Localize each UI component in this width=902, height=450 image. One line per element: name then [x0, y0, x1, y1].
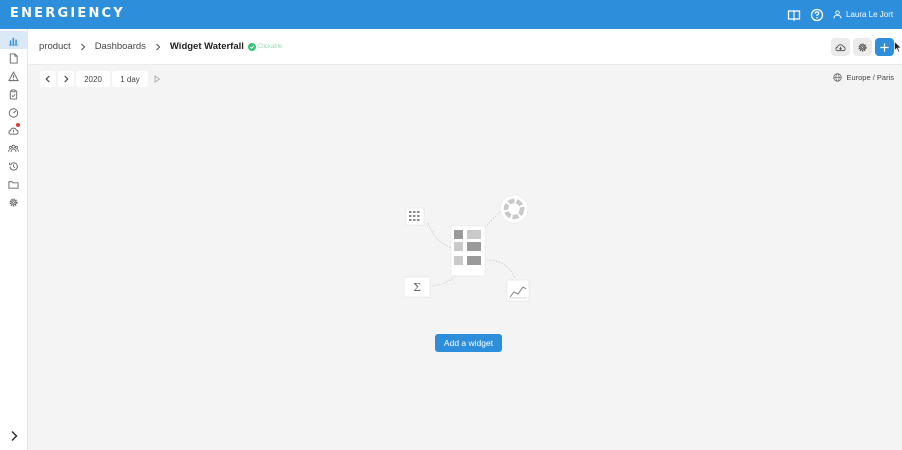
chevron-right-icon	[156, 43, 161, 50]
add-button[interactable]	[875, 38, 894, 56]
sidebar-item-dashboards[interactable]	[0, 31, 27, 49]
add-widget-button[interactable]: Add a widget	[435, 334, 502, 352]
plus-icon	[880, 42, 889, 52]
status-badge: Clickable	[247, 42, 283, 51]
cloud-download-icon	[835, 43, 846, 51]
top-bar: ENERGIENCY Laura Le Jort	[0, 0, 902, 29]
empty-dashboard-illustration: Σ	[403, 194, 530, 302]
globe-icon	[833, 73, 843, 82]
time-toolbar: 2020 1 day Europe / Paris	[28, 65, 902, 93]
history-icon	[9, 161, 18, 171]
user-menu[interactable]: Laura Le Jort	[833, 7, 893, 22]
user-icon	[833, 10, 842, 19]
dashboard-settings-button[interactable]	[853, 38, 872, 56]
chevron-right-icon[interactable]	[7, 429, 21, 443]
page-title: Widget Waterfall	[169, 41, 244, 52]
svg-text:Σ: Σ	[413, 281, 421, 294]
help-icon[interactable]	[810, 8, 824, 22]
alert-triangle-icon	[8, 70, 19, 81]
sidebar-item-documents[interactable]	[0, 49, 27, 67]
previous-period-button[interactable]	[40, 71, 56, 87]
document-icon	[9, 52, 18, 64]
sidebar-item-history[interactable]	[0, 157, 27, 175]
chevron-right-icon	[80, 43, 85, 50]
book-icon[interactable]	[787, 8, 801, 22]
timezone-selector[interactable]: Europe / Paris	[833, 73, 894, 82]
breadcrumb-item-product[interactable]: product	[39, 41, 71, 52]
notification-badge	[16, 123, 20, 127]
next-period-button[interactable]	[58, 71, 74, 87]
play-icon	[154, 75, 161, 83]
sidebar-item-performance[interactable]	[0, 103, 27, 121]
sidebar-item-users[interactable]	[0, 139, 27, 157]
clipboard-icon	[9, 89, 18, 100]
brand-logo[interactable]: ENERGIENCY	[10, 6, 125, 21]
breadcrumb-item-dashboards[interactable]: Dashboards	[95, 41, 146, 52]
sidebar-item-alerts[interactable]	[0, 67, 27, 85]
folder-icon	[8, 180, 19, 189]
page-header: product Dashboards Widget Waterfall Clic…	[28, 29, 902, 65]
year-selector[interactable]: 2020	[76, 71, 110, 87]
export-button[interactable]	[831, 38, 850, 56]
period-selector[interactable]: 1 day	[112, 71, 148, 87]
settings-icon	[858, 42, 867, 52]
status-text: Clickable	[257, 43, 283, 50]
sidebar-item-files[interactable]	[0, 175, 27, 193]
timezone-label: Europe / Paris	[846, 73, 894, 82]
users-icon	[8, 144, 19, 152]
sidebar	[0, 29, 28, 450]
gauge-icon	[8, 107, 19, 118]
settings-icon	[9, 197, 18, 207]
user-name: Laura Le Jort	[846, 10, 894, 19]
dashboard-chart-icon	[8, 37, 19, 46]
sidebar-item-cloud-alerts[interactable]	[0, 121, 27, 139]
mouse-cursor-icon	[894, 41, 902, 53]
play-button[interactable]	[150, 71, 164, 87]
check-circle-icon	[247, 42, 256, 51]
sidebar-item-settings[interactable]	[0, 193, 27, 211]
chevron-right-icon	[64, 75, 69, 83]
sidebar-item-tasks[interactable]	[0, 85, 27, 103]
chevron-left-icon	[45, 75, 50, 83]
breadcrumb: product Dashboards Widget Waterfall Clic…	[39, 41, 282, 52]
